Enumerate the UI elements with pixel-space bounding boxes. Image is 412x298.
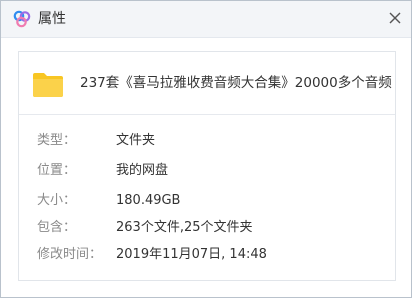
folder-icon xyxy=(33,73,63,97)
property-row-contains: 包含： 263个文件,25个文件夹 xyxy=(19,216,395,240)
dialog-title: 属性 xyxy=(38,11,66,27)
baidu-netdisk-logo-icon xyxy=(13,10,31,28)
property-value-modified: 2019年11月07日, 14:48 xyxy=(116,247,267,262)
property-row-type: 类型： 文件夹 xyxy=(19,129,395,153)
property-label-contains: 包含： xyxy=(37,220,77,235)
property-value-location: 我的网盘 xyxy=(116,163,169,178)
properties-dialog: 属性 237套《喜马拉雅收费音频大合集》20000多个音频 类型： 文件夹 位置… xyxy=(0,0,412,298)
property-label-modified: 修改时间： xyxy=(37,247,103,262)
property-value-size: 180.49GB xyxy=(116,193,181,208)
property-row-modified: 修改时间： 2019年11月07日, 14:48 xyxy=(19,243,395,267)
property-label-size: 大小： xyxy=(37,193,77,208)
property-label-type: 类型： xyxy=(37,133,77,148)
property-row-location: 位置： 我的网盘 xyxy=(19,159,395,183)
property-label-location: 位置： xyxy=(37,163,77,178)
item-header: 237套《喜马拉雅收费音频大合集》20000多个音频 xyxy=(19,52,395,115)
properties-panel: 237套《喜马拉雅收费音频大合集》20000多个音频 类型： 文件夹 位置： 我… xyxy=(18,51,396,281)
close-icon[interactable] xyxy=(384,7,406,29)
title-bar[interactable]: 属性 xyxy=(1,1,411,38)
item-name: 237套《喜马拉雅收费音频大合集》20000多个音频 xyxy=(80,75,392,91)
property-value-contains: 263个文件,25个文件夹 xyxy=(116,220,253,235)
property-value-type: 文件夹 xyxy=(116,133,156,148)
property-row-size: 大小： 180.49GB xyxy=(19,189,395,213)
